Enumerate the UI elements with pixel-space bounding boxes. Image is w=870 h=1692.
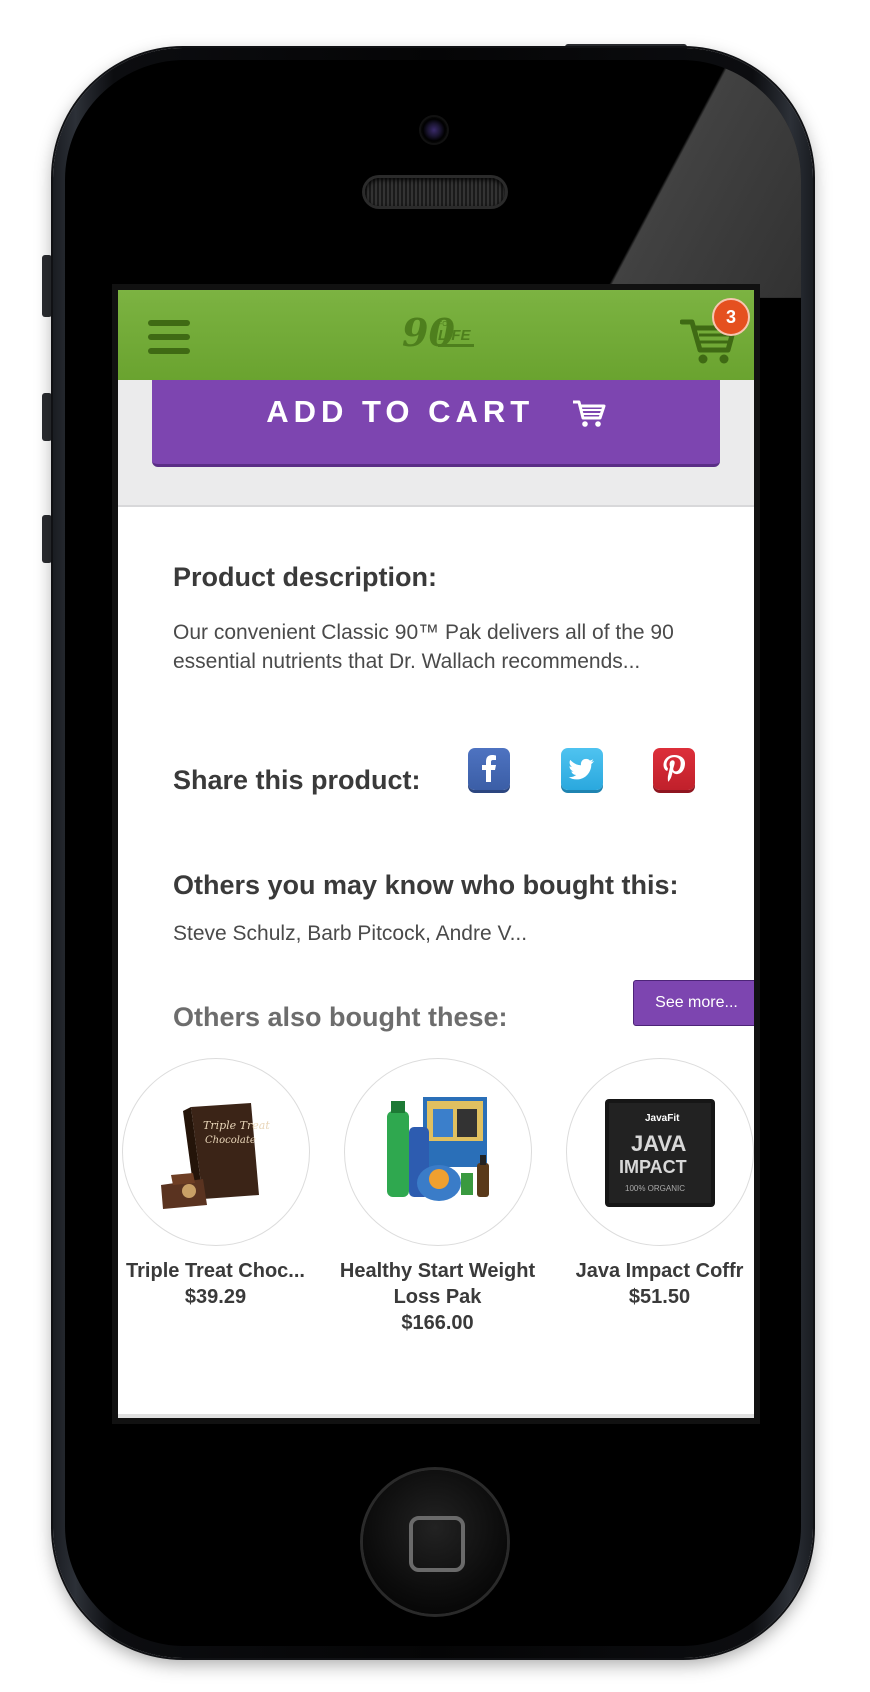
also-bought-heading: Others also bought these:	[173, 1002, 508, 1032]
carousel-fade-right	[724, 1210, 754, 1250]
app-header: 90 LIFE FOR 3	[118, 290, 754, 381]
java-impact-image: JavaFit JAVA IMPACT 100% ORGANIC	[604, 1099, 715, 1207]
product-carousel: Triple Treat Chocolate Triple Treat Choc…	[118, 1058, 754, 1358]
product-card[interactable]: Healthy Start Weight Loss Pak $166.00	[330, 1058, 545, 1336]
volume-down-button	[42, 515, 52, 563]
svg-text:JavaFit: JavaFit	[645, 1113, 680, 1124]
facebook-icon[interactable]	[468, 748, 510, 790]
volume-up-button	[42, 393, 52, 441]
add-to-cart-band: ADD TO CART	[118, 380, 754, 507]
cart-count-badge: 3	[712, 298, 750, 336]
add-to-cart-label: ADD TO CART	[266, 394, 535, 429]
pinterest-icon[interactable]	[653, 748, 695, 790]
others-know-heading: Others you may know who bought this:	[173, 870, 679, 900]
svg-text:100% ORGANIC: 100% ORGANIC	[625, 1184, 685, 1193]
svg-text:Chocolate: Chocolate	[205, 1135, 256, 1146]
svg-text:JAVA: JAVA	[631, 1131, 687, 1156]
stage: 90 LIFE FOR 3 ADD TO CART Product descri…	[0, 0, 870, 1692]
chocolate-box-image: Triple Treat Chocolate	[160, 1103, 270, 1209]
carousel-fade-left	[118, 1210, 158, 1250]
product-name: Java Impact Coffr	[575, 1260, 744, 1282]
weight-loss-pak-image	[386, 1097, 489, 1201]
add-to-cart-button[interactable]: ADD TO CART	[152, 380, 720, 467]
product-price: $166.00	[401, 1312, 474, 1334]
others-know-names[interactable]: Steve Schulz, Barb Pitcock, Andre V...	[173, 922, 527, 946]
home-square-icon	[409, 1516, 465, 1572]
product-thumb	[343, 1058, 532, 1246]
screen-bottom-divider	[118, 1414, 754, 1418]
description-heading: Product description:	[173, 562, 438, 592]
front-camera	[421, 117, 447, 143]
twitter-icon[interactable]	[561, 748, 603, 790]
see-more-button[interactable]: See more...	[633, 980, 754, 1026]
app-screen: 90 LIFE FOR 3 ADD TO CART Product descri…	[118, 290, 754, 1418]
product-price: $51.50	[628, 1286, 691, 1308]
cart-icon	[572, 400, 606, 427]
svg-text:Triple Treat: Triple Treat	[203, 1119, 270, 1132]
svg-text:IMPACT: IMPACT	[619, 1157, 687, 1177]
svg-text:FOR: FOR	[438, 321, 453, 328]
product-card[interactable]: Triple Treat Chocolate Triple Treat Choc…	[118, 1058, 323, 1310]
description-text: Our convenient Classic 90™ Pak delivers …	[173, 621, 674, 673]
product-card[interactable]: JavaFit JAVA IMPACT 100% ORGANIC Java Im…	[552, 1058, 754, 1310]
share-heading: Share this product:	[173, 765, 421, 795]
svg-text:LIFE: LIFE	[438, 327, 471, 344]
brand-logo[interactable]: 90 LIFE FOR	[400, 306, 480, 366]
earpiece-speaker	[365, 178, 505, 206]
product-price: $39.29	[184, 1286, 247, 1308]
home-button[interactable]	[363, 1470, 507, 1614]
product-name: Triple Treat Choc...	[126, 1260, 305, 1282]
silent-switch	[42, 255, 52, 317]
product-name: Healthy Start Weight Loss Pak	[339, 1260, 536, 1308]
hamburger-menu-icon[interactable]	[148, 320, 190, 354]
